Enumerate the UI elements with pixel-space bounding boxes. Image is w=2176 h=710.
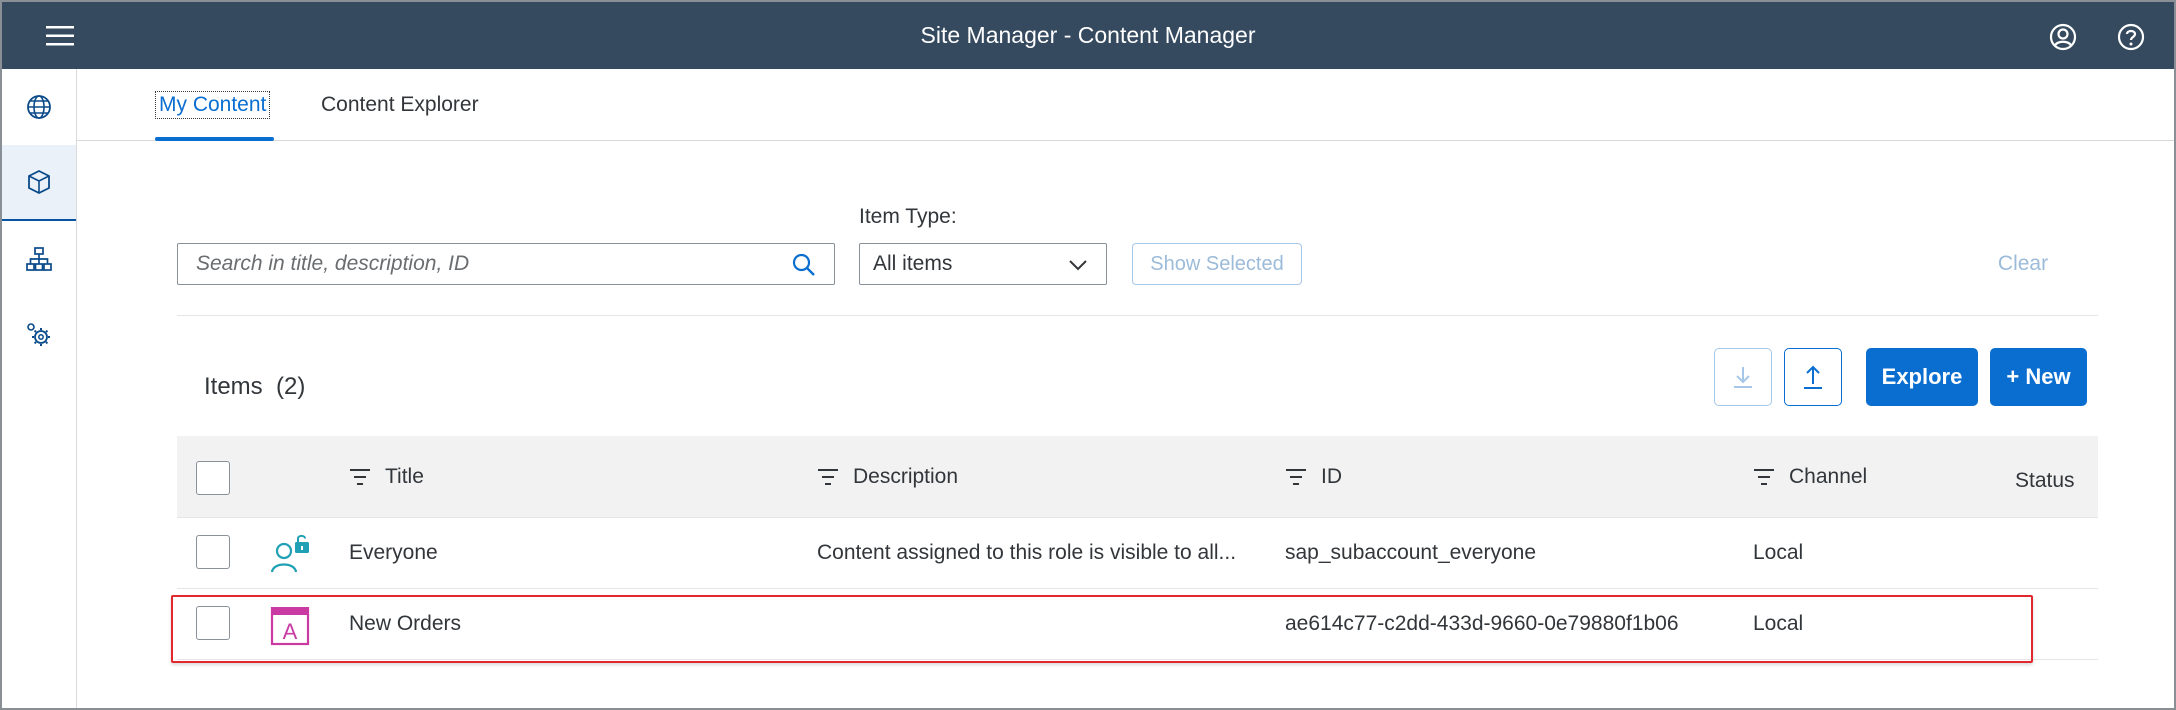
column-status: Status	[2015, 440, 2075, 522]
shell-title: Site Manager - Content Manager	[920, 22, 1256, 48]
download-icon	[1734, 367, 1752, 388]
items-label: Items	[204, 373, 263, 400]
column-label: Description	[853, 465, 959, 488]
column-label: Title	[385, 465, 424, 488]
tab-label: Content Explorer	[321, 93, 479, 116]
role-unlocked-icon	[270, 534, 312, 574]
divider	[177, 315, 2098, 316]
user-icon[interactable]	[2046, 20, 2080, 54]
hierarchy-icon[interactable]	[2, 221, 76, 297]
show-selected-button[interactable]: Show Selected	[1132, 243, 1302, 285]
clear-button[interactable]: Clear	[1992, 243, 2054, 285]
chevron-down-icon	[1066, 254, 1090, 276]
cell-id: sap_subaccount_everyone	[1285, 541, 1537, 564]
cell-channel: Local	[1753, 541, 1804, 564]
tab-my-content[interactable]: My Content	[155, 69, 275, 141]
side-navigation	[2, 69, 77, 708]
cell-channel: Local	[1753, 612, 1804, 635]
item-type-value: All items	[873, 252, 953, 275]
table-header: Title Description ID Channel Status	[177, 436, 2098, 518]
column-description: Description	[817, 436, 958, 518]
upload-icon	[1804, 365, 1822, 389]
globe-icon[interactable]	[2, 69, 76, 145]
tab-content-explorer[interactable]: Content Explorer	[321, 69, 479, 141]
search-field	[177, 243, 835, 285]
tab-selected-indicator	[155, 137, 275, 141]
cell-description	[817, 589, 1267, 659]
table-row[interactable]: Everyone Content assigned to this role i…	[177, 518, 2098, 589]
cube-icon[interactable]	[2, 145, 76, 221]
filter-icon[interactable]	[1285, 468, 1307, 486]
search-input[interactable]	[196, 244, 766, 284]
cell-description: Content assigned to this role is visible…	[817, 541, 1237, 564]
select-all-checkbox[interactable]	[196, 461, 230, 495]
search-icon[interactable]	[790, 251, 818, 279]
item-type-label: Item Type:	[859, 205, 957, 228]
row-checkbox[interactable]	[196, 606, 230, 640]
items-title: Items (2)	[204, 373, 305, 401]
filter-icon[interactable]	[1753, 468, 1775, 486]
help-icon[interactable]	[2114, 20, 2148, 54]
column-id: ID	[1285, 436, 1342, 518]
row-checkbox[interactable]	[196, 535, 230, 569]
cell-title: Everyone	[349, 541, 438, 564]
column-label: Channel	[1789, 465, 1868, 488]
settings-icon[interactable]	[2, 297, 76, 373]
items-count: (2)	[276, 373, 306, 400]
download-button[interactable]	[1714, 348, 1772, 406]
column-label: Status	[2015, 469, 2075, 492]
upload-button[interactable]	[1784, 348, 1842, 406]
menu-icon[interactable]	[36, 20, 84, 52]
app-window: Site Manager - Content Manager My Conten…	[0, 0, 2176, 710]
shell-bar: Site Manager - Content Manager	[2, 2, 2174, 69]
cell-id: ae614c77-c2dd-433d-9660-0e79880f1b06	[1285, 612, 1679, 635]
item-type-select[interactable]: All items	[859, 243, 1107, 285]
tab-bar: My Content Content Explorer	[77, 69, 2174, 141]
table-row[interactable]: A New Orders ae614c77-c2dd-433d-9660-0e7…	[177, 589, 2098, 660]
svg-text:A: A	[283, 619, 298, 644]
column-title: Title	[349, 436, 424, 518]
cell-title: New Orders	[349, 612, 462, 635]
new-button[interactable]: + New	[1990, 348, 2087, 406]
app-tile-icon: A	[270, 606, 312, 647]
filter-icon[interactable]	[817, 468, 839, 486]
column-channel: Channel	[1753, 436, 1867, 518]
column-label: ID	[1321, 465, 1342, 488]
filter-icon[interactable]	[349, 468, 371, 486]
explore-button[interactable]: Explore	[1866, 348, 1978, 406]
tab-label: My Content	[155, 91, 271, 119]
